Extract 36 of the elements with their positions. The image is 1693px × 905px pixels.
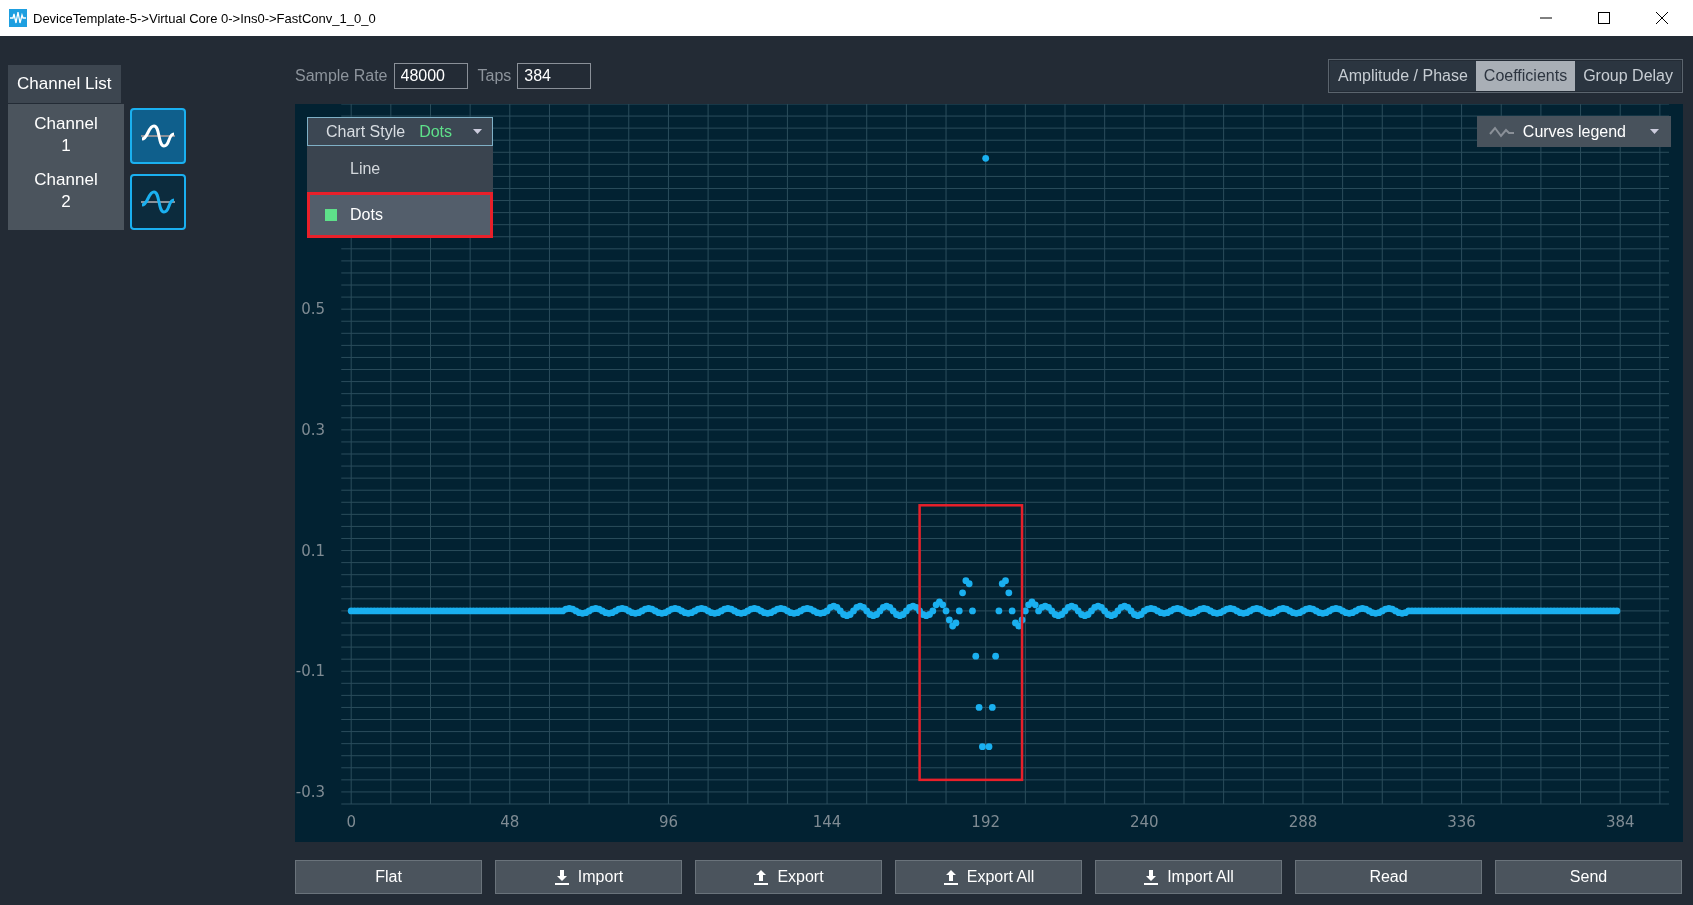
x-axis-label: 96 xyxy=(658,813,678,831)
channel-button[interactable]: Channel 2 xyxy=(8,165,124,217)
view-tab[interactable]: Amplitude / Phase xyxy=(1330,61,1476,91)
x-axis-label: 384 xyxy=(1605,813,1635,831)
x-axis-label: 48 xyxy=(500,813,520,831)
chart-style-option[interactable]: Dots xyxy=(307,192,493,238)
y-axis-label: -0.1 xyxy=(295,662,325,681)
action-button[interactable]: Send xyxy=(1495,860,1682,894)
taps-label: Taps xyxy=(477,67,512,85)
y-axis-label: -0.3 xyxy=(295,782,325,801)
x-axis-label: 240 xyxy=(1130,813,1159,831)
view-tab[interactable]: Coefficients xyxy=(1475,61,1576,91)
y-axis-label: 0.1 xyxy=(301,541,325,560)
y-axis-label: 0.5 xyxy=(301,300,325,319)
x-axis-label: 288 xyxy=(1288,813,1318,831)
curves-legend-dropdown[interactable]: Curves legend xyxy=(1476,116,1671,147)
channel-button[interactable]: Channel 1 xyxy=(8,109,124,161)
sample-rate-field[interactable]: 48000 xyxy=(393,63,468,89)
action-button[interactable]: Flat xyxy=(295,860,482,894)
action-button[interactable]: Import xyxy=(495,860,682,894)
action-button[interactable]: Export All xyxy=(895,860,1082,894)
window-title: DeviceTemplate-5->Virtual Core 0->Ins0->FastConv_1_0_0 xyxy=(33,10,376,26)
x-axis-label: 336 xyxy=(1447,813,1476,831)
action-button[interactable]: Export xyxy=(695,860,882,894)
x-axis-label: 0 xyxy=(346,813,356,831)
x-axis-label: 192 xyxy=(971,813,1000,831)
sample-rate-label: Sample Rate xyxy=(295,67,388,85)
action-button[interactable]: Read xyxy=(1295,860,1482,894)
view-tab[interactable]: Group Delay xyxy=(1575,61,1681,91)
chart-style-dropdown[interactable]: Chart Style Dots xyxy=(307,117,493,146)
chart-style-option[interactable]: Line xyxy=(307,146,493,192)
x-axis-label: 144 xyxy=(812,813,842,831)
channel-list-header: Channel List xyxy=(8,65,121,103)
taps-field[interactable]: 384 xyxy=(517,63,592,89)
action-button[interactable]: Import All xyxy=(1095,860,1282,894)
y-axis-label: 0.3 xyxy=(301,420,325,439)
